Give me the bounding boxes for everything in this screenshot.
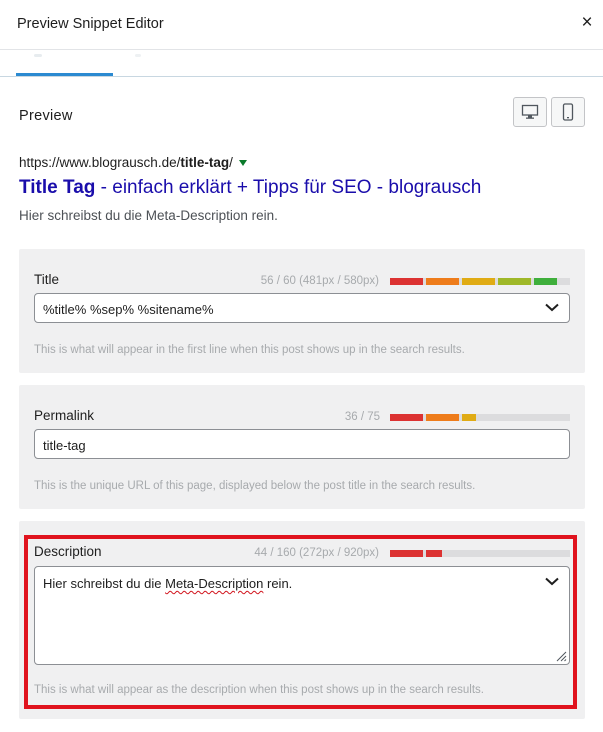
serp-url: https://www.blograusch.de/title-tag/ bbox=[19, 155, 247, 170]
bar-segment bbox=[390, 278, 423, 285]
bar-segment bbox=[498, 278, 531, 285]
bar-segment bbox=[534, 278, 557, 285]
mobile-preview-button[interactable] bbox=[551, 97, 585, 127]
permalink-panel: Permalink 36 / 75 title-tag This is the … bbox=[19, 385, 585, 509]
permalink-length-count: 36 / 75 bbox=[344, 411, 380, 423]
serp-url-slug: title-tag bbox=[180, 155, 230, 170]
serp-title-rest: - einfach erklärt + Tipps für SEO - blog… bbox=[95, 177, 482, 198]
permalink-length-bar bbox=[390, 414, 570, 421]
permalink-input-value: title-tag bbox=[43, 438, 86, 453]
permalink-input[interactable]: title-tag bbox=[34, 429, 570, 459]
serp-description: Hier schreibst du die Meta-Description r… bbox=[19, 208, 278, 223]
serp-url-prefix: https://www.blograusch.de/ bbox=[19, 155, 181, 170]
title-input[interactable]: %title% %sep% %sitename% bbox=[34, 293, 570, 323]
bar-segment bbox=[390, 414, 423, 421]
permalink-label: Permalink bbox=[34, 408, 95, 423]
tab-active-indicator bbox=[16, 73, 113, 76]
bar-segment bbox=[462, 278, 495, 285]
tab-social[interactable] bbox=[135, 54, 141, 57]
desktop-icon bbox=[521, 104, 539, 119]
serp-title-keyword: Title Tag bbox=[19, 177, 96, 198]
title-length-bar bbox=[390, 278, 570, 285]
mobile-icon bbox=[562, 103, 574, 121]
desktop-preview-button[interactable] bbox=[513, 97, 547, 127]
close-icon[interactable]: × bbox=[577, 12, 597, 34]
tab-general[interactable] bbox=[34, 54, 42, 57]
title-panel: Title 56 / 60 (481px / 580px) %title% %s… bbox=[19, 249, 585, 373]
bar-segment bbox=[426, 414, 459, 421]
dropdown-arrow-icon bbox=[238, 160, 247, 166]
highlight-box bbox=[24, 535, 577, 709]
tab-bar bbox=[0, 50, 603, 77]
serp-title: Title Tag - einfach erklärt + Tipps für … bbox=[19, 177, 481, 199]
dialog-header: Preview Snippet Editor × bbox=[0, 0, 603, 50]
bar-segment bbox=[426, 278, 459, 285]
title-hint: This is what will appear in the first li… bbox=[34, 344, 465, 356]
title-length-count: 56 / 60 (481px / 580px) bbox=[260, 275, 379, 287]
serp-url-suffix: / bbox=[229, 155, 233, 170]
preview-heading: Preview bbox=[19, 108, 73, 124]
title-input-value: %title% %sep% %sitename% bbox=[43, 302, 214, 317]
title-label: Title bbox=[34, 272, 60, 287]
dialog-title: Preview Snippet Editor bbox=[17, 16, 164, 32]
chevron-down-icon[interactable] bbox=[545, 303, 559, 312]
bar-segment bbox=[462, 414, 476, 421]
permalink-hint: This is the unique URL of this page, dis… bbox=[34, 480, 476, 492]
